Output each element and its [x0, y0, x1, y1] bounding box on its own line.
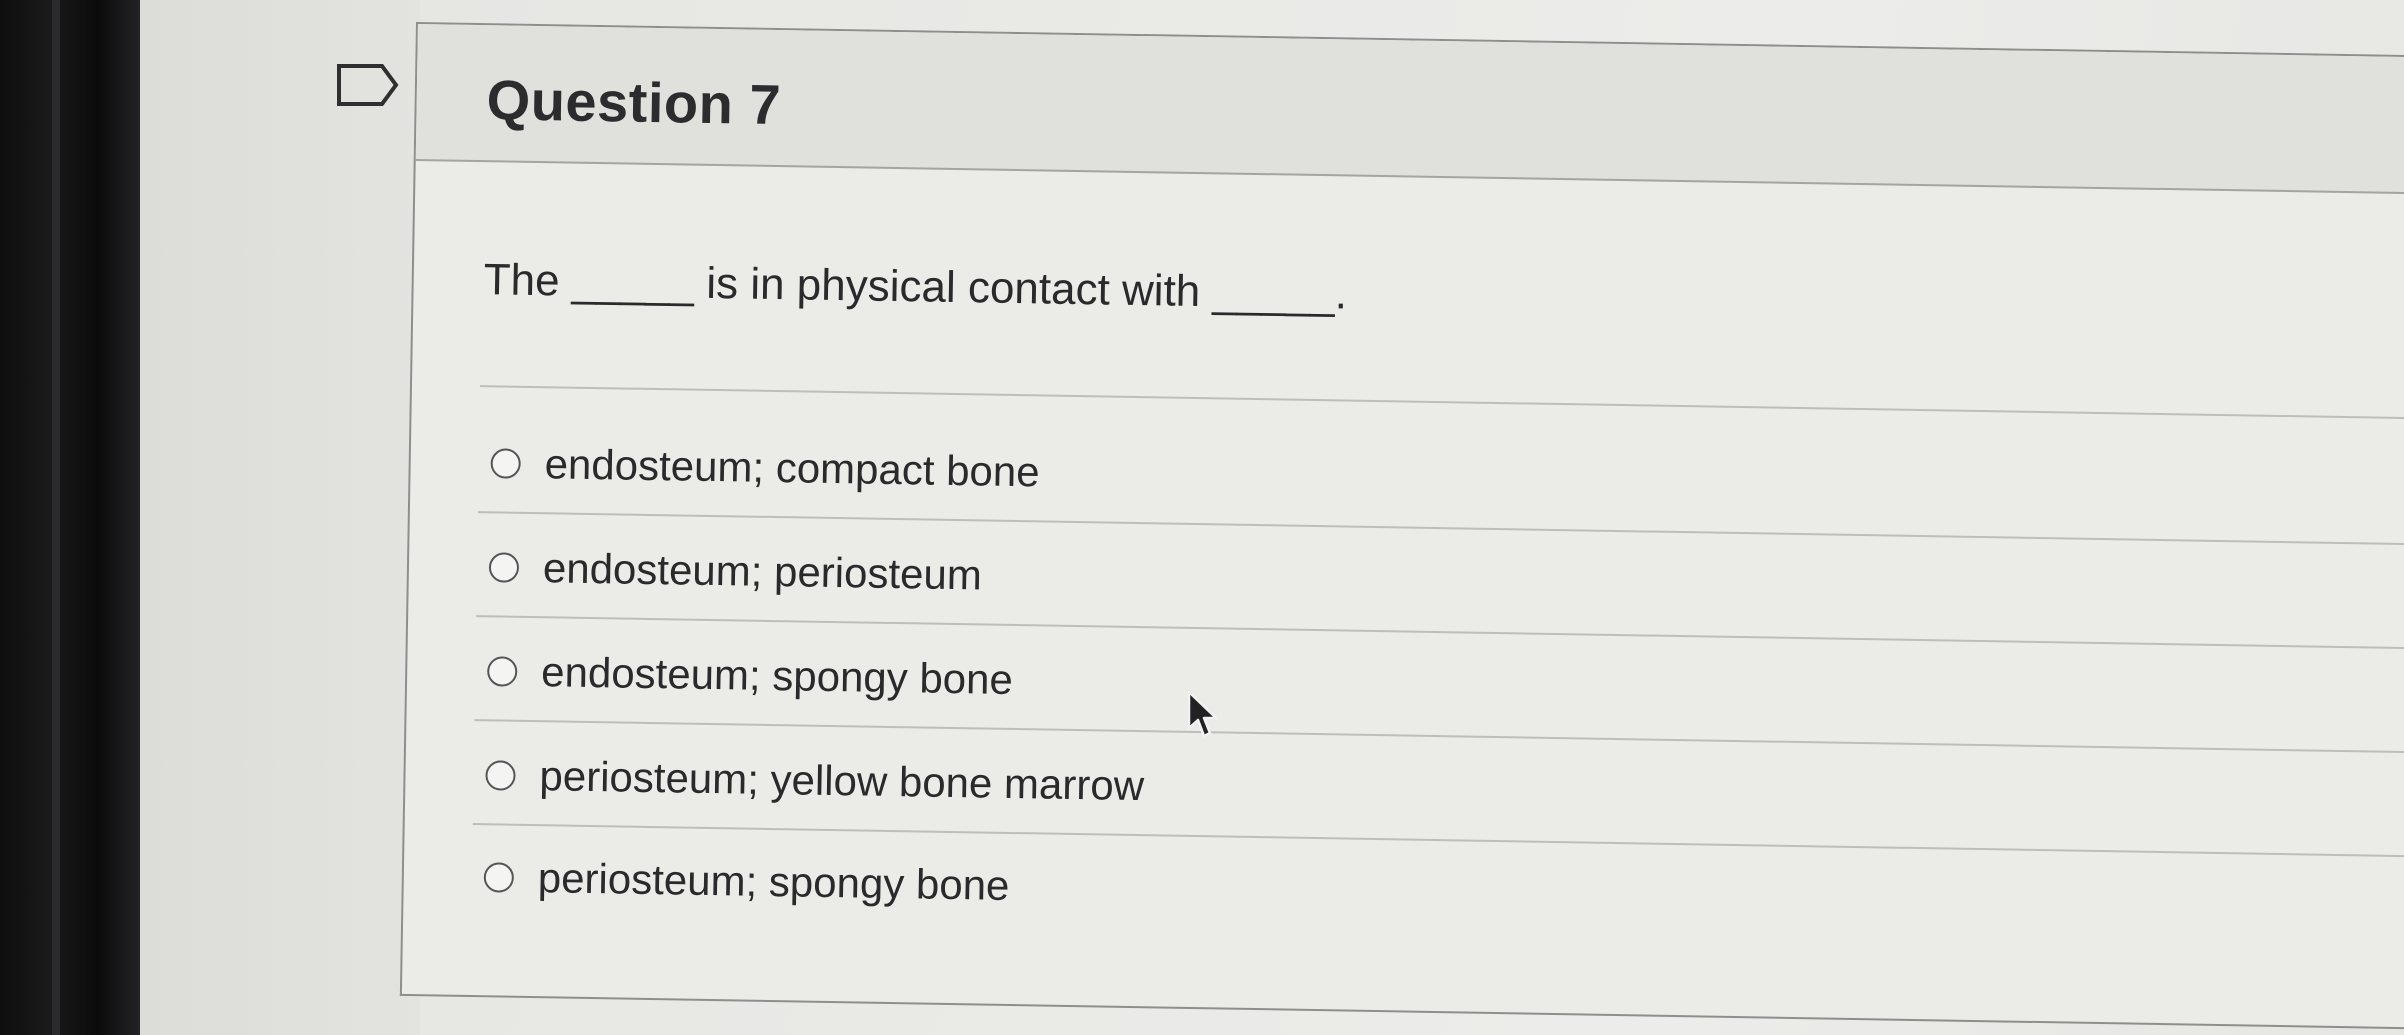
question-header: Question 7 [415, 24, 2404, 195]
answer-option-5[interactable]: periosteum; spongy bone [483, 847, 1010, 916]
bezel-edge [52, 0, 60, 1035]
radio-button[interactable] [488, 552, 520, 583]
answer-label: periosteum; yellow bone marrow [539, 752, 1145, 810]
divider [479, 385, 2404, 420]
divider [477, 511, 2404, 546]
mouse-pointer-icon [1187, 690, 1218, 738]
answer-option-1[interactable]: endosteum; compact bone [490, 433, 1040, 502]
page-margin [140, 0, 420, 1035]
monitor-bezel [0, 0, 140, 1035]
divider [476, 615, 2404, 650]
divider [474, 719, 2404, 754]
radio-button[interactable] [483, 862, 515, 893]
answer-label: endosteum; periosteum [542, 544, 983, 599]
answer-option-4[interactable]: periosteum; yellow bone marrow [485, 745, 1144, 816]
flag-icon[interactable] [336, 62, 400, 108]
question-card: Question 7 The _____ is in physical cont… [399, 22, 2404, 1030]
radio-button[interactable] [490, 448, 521, 479]
answer-label: endosteum; spongy bone [540, 648, 1014, 703]
radio-button[interactable] [485, 760, 516, 791]
question-title: Question 7 [486, 68, 782, 137]
question-text: The _____ is in physical contact with __… [483, 255, 1348, 319]
answer-option-3[interactable]: endosteum; spongy bone [486, 641, 1014, 710]
answer-label: endosteum; compact bone [544, 440, 1041, 496]
answer-option-2[interactable]: endosteum; periosteum [488, 537, 982, 605]
answer-label: periosteum; spongy bone [537, 854, 1010, 909]
radio-button[interactable] [486, 656, 518, 687]
screen: Question 7 The _____ is in physical cont… [0, 0, 2404, 1035]
